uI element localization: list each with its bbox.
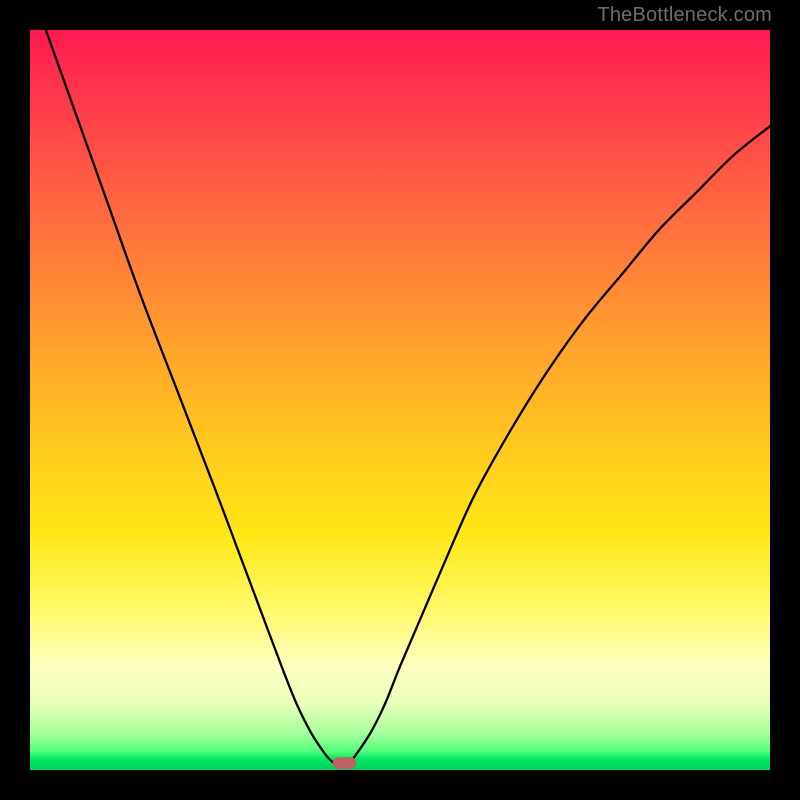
bottleneck-curve [30, 30, 770, 768]
curve-layer [30, 30, 770, 770]
watermark-text: TheBottleneck.com [597, 4, 772, 27]
chart-frame: TheBottleneck.com [0, 0, 800, 800]
plot-area [30, 30, 770, 770]
optimum-marker [333, 757, 357, 769]
